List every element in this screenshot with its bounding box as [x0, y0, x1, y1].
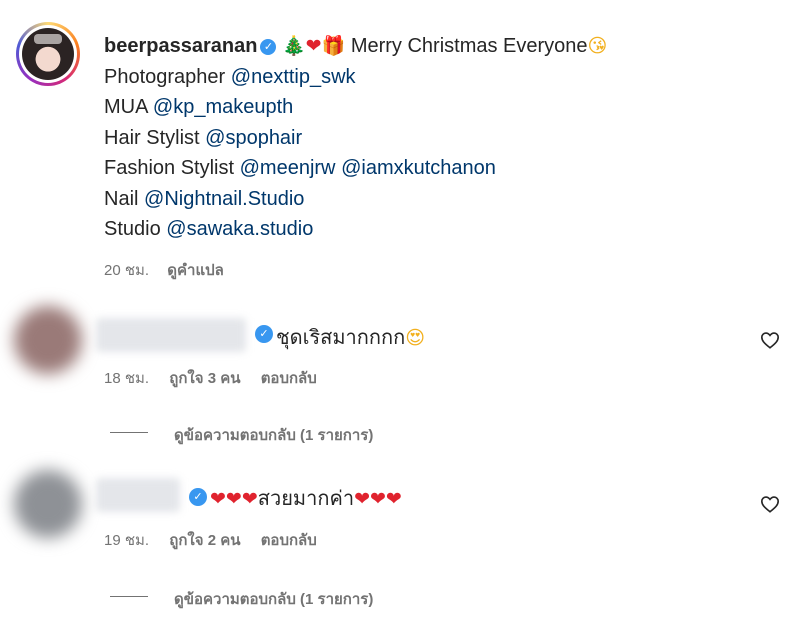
kiss-face-icon: 😘 — [587, 35, 608, 57]
red-heart-icon: ❤ — [305, 35, 322, 57]
comment-meta: 18 ชม. ถูกใจ 3 คน ตอบกลับ — [104, 366, 317, 390]
author-avatar-ring[interactable] — [16, 22, 80, 86]
reply-button[interactable]: ตอบกลับ — [261, 532, 317, 549]
credit-role: Studio — [104, 218, 161, 240]
caption-text: Merry Christmas Everyone — [350, 35, 588, 57]
verified-badge-icon: ✓ — [189, 488, 207, 506]
credit-role: Fashion Stylist — [104, 157, 235, 179]
comment-likes[interactable]: ถูกใจ 2 คน — [169, 532, 240, 549]
red-hearts-icon: ❤❤❤ — [354, 488, 402, 510]
credit-role: Photographer — [104, 65, 226, 88]
replies-divider-line — [110, 596, 148, 597]
credit-line: Studio @sawaka.studio — [104, 214, 607, 245]
comment-body: สวยมากค่า — [257, 488, 355, 510]
commenter-avatar[interactable] — [14, 470, 82, 538]
commenter-username-redacted[interactable] — [96, 478, 180, 512]
mention-link[interactable]: @iamxkutchanon — [341, 157, 496, 179]
red-hearts-icon: ❤❤❤ — [210, 488, 258, 510]
mention-link[interactable]: @Nightnail.Studio — [144, 188, 304, 210]
mention-link[interactable]: @meenjrw — [240, 157, 336, 179]
credit-line: Fashion Stylist @meenjrw @iamxkutchanon — [104, 153, 607, 184]
mention-link[interactable]: @nexttip_swk — [231, 66, 356, 88]
mention-link[interactable]: @sawaka.studio — [166, 218, 313, 240]
credit-role: Nail — [104, 187, 139, 210]
author-username[interactable]: beerpassaranan — [104, 35, 257, 57]
like-comment-heart-icon[interactable] — [760, 495, 780, 513]
verified-badge-icon: ✓ — [255, 325, 273, 343]
christmas-tree-icon: 🎄 — [281, 35, 306, 57]
credit-line: MUA @kp_makeupth — [104, 92, 607, 123]
verified-badge-icon: ✓ — [260, 39, 277, 55]
comment-text: ชุดเริสมากกกก😍 — [276, 321, 425, 353]
credit-role: Hair Stylist — [104, 126, 200, 149]
replies-divider-line — [110, 432, 148, 433]
comment-likes[interactable]: ถูกใจ 3 คน — [169, 370, 240, 387]
comment-meta: 19 ชม. ถูกใจ 2 คน ตอบกลับ — [104, 528, 317, 552]
reply-button[interactable]: ตอบกลับ — [261, 370, 317, 387]
comment-text: ❤❤❤สวยมากค่า❤❤❤ — [210, 482, 402, 514]
post-meta: 20 ชม. ดูคำแปล — [104, 258, 224, 282]
gift-icon: 🎁 — [321, 35, 346, 57]
credit-role: MUA — [104, 96, 148, 118]
view-replies-label: ดูข้อความตอบกลับ (1 รายการ) — [174, 427, 374, 444]
credit-line: Photographer @nexttip_swk — [104, 62, 607, 93]
view-replies-label: ดูข้อความตอบกลับ (1 รายการ) — [174, 591, 374, 608]
caption-first-line: beerpassaranan ✓ 🎄❤🎁 Merry Christmas Ever… — [104, 31, 607, 62]
like-comment-heart-icon[interactable] — [760, 331, 780, 349]
credit-line: Hair Stylist @spophair — [104, 123, 607, 154]
translate-button[interactable]: ดูคำแปล — [167, 262, 224, 279]
comment-time[interactable]: 18 ชม. — [104, 370, 149, 387]
mention-link[interactable]: @spophair — [205, 127, 302, 149]
commenter-avatar[interactable] — [14, 306, 82, 374]
commenter-username-redacted[interactable] — [96, 318, 246, 352]
post-time[interactable]: 20 ชม. — [104, 262, 149, 279]
heart-eyes-icon: 😍 — [405, 327, 426, 349]
mention-link[interactable]: @kp_makeupth — [153, 96, 293, 118]
comment-time[interactable]: 19 ชม. — [104, 532, 149, 549]
view-replies-button[interactable]: ดูข้อความตอบกลับ (1 รายการ) — [174, 423, 373, 447]
post-caption: beerpassaranan ✓ 🎄❤🎁 Merry Christmas Ever… — [104, 31, 607, 245]
credit-line: Nail @Nightnail.Studio — [104, 184, 607, 215]
author-avatar[interactable] — [22, 28, 74, 80]
view-replies-button[interactable]: ดูข้อความตอบกลับ (1 รายการ) — [174, 587, 373, 611]
comment-body: ชุดเริสมากกกก — [276, 327, 406, 349]
